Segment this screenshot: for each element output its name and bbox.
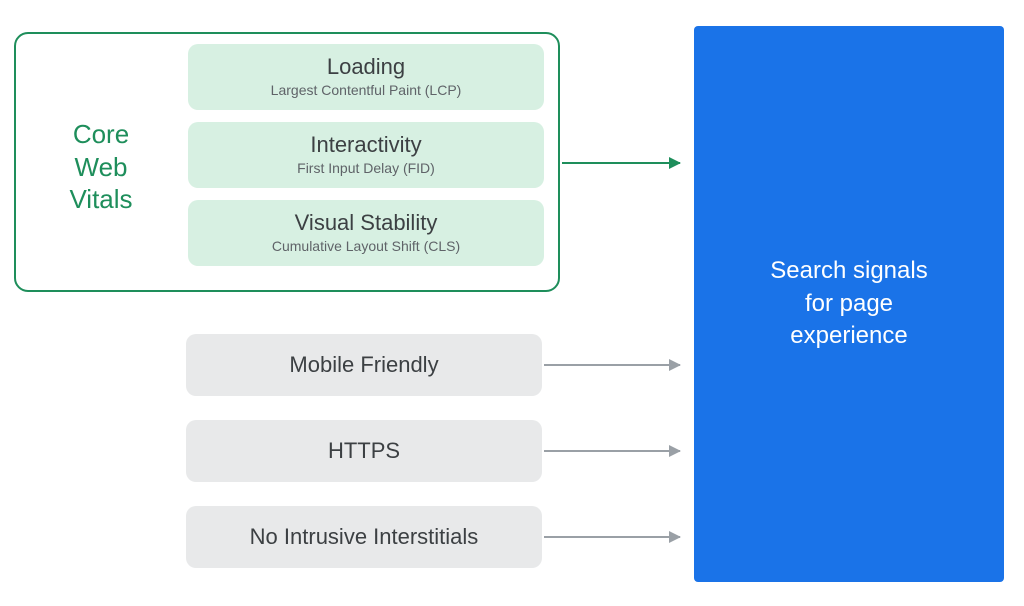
- vital-visual-stability: Visual Stability Cumulative Layout Shift…: [188, 200, 544, 266]
- vital-title: Loading: [196, 54, 536, 80]
- vital-interactivity: Interactivity First Input Delay (FID): [188, 122, 544, 188]
- cwv-label-line: Vitals: [69, 184, 132, 214]
- arrow-icon: [562, 162, 680, 164]
- search-signals-text: Search signals for page experience: [770, 255, 927, 352]
- cwv-label-line: Core: [73, 119, 129, 149]
- result-line: for page: [805, 290, 893, 317]
- arrow-icon: [544, 450, 680, 452]
- diagram-stage: Core Web Vitals Loading Largest Contentf…: [0, 0, 1024, 606]
- arrow-icon: [544, 536, 680, 538]
- result-line: experience: [790, 322, 907, 349]
- cwv-label-line: Web: [75, 152, 128, 182]
- vital-subtitle: Largest Contentful Paint (LCP): [196, 82, 536, 98]
- vital-subtitle: First Input Delay (FID): [196, 160, 536, 176]
- core-web-vitals-items: Loading Largest Contentful Paint (LCP) I…: [188, 44, 544, 266]
- arrow-icon: [544, 364, 680, 366]
- signal-no-interstitials: No Intrusive Interstitials: [186, 506, 542, 568]
- core-web-vitals-label: Core Web Vitals: [31, 118, 171, 216]
- search-signals-box: Search signals for page experience: [694, 26, 1004, 582]
- vital-title: Visual Stability: [196, 210, 536, 236]
- vital-subtitle: Cumulative Layout Shift (CLS): [196, 238, 536, 254]
- core-web-vitals-box: Core Web Vitals Loading Largest Contentf…: [14, 32, 560, 292]
- signal-https: HTTPS: [186, 420, 542, 482]
- vital-loading: Loading Largest Contentful Paint (LCP): [188, 44, 544, 110]
- signal-mobile-friendly: Mobile Friendly: [186, 334, 542, 396]
- result-line: Search signals: [770, 257, 927, 284]
- vital-title: Interactivity: [196, 132, 536, 158]
